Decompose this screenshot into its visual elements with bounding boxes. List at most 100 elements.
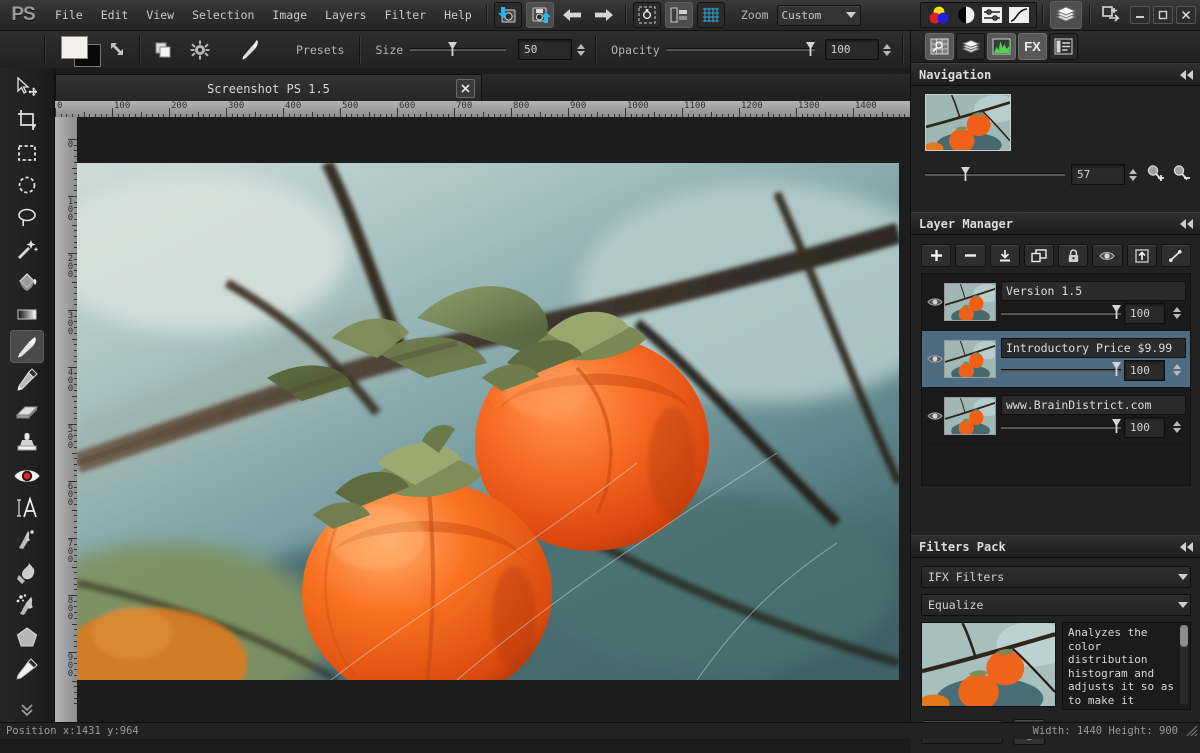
slider-handle[interactable] xyxy=(961,167,970,181)
brush-settings-button[interactable] xyxy=(178,40,222,60)
lock-layer-button[interactable] xyxy=(1058,244,1088,267)
redo-button[interactable] xyxy=(590,2,618,28)
contrast-icon[interactable] xyxy=(956,5,976,25)
layer-thumbnail[interactable] xyxy=(944,397,996,435)
collapse-icon[interactable] xyxy=(1180,219,1193,229)
canvas[interactable] xyxy=(77,117,910,722)
zoom-out-button[interactable] xyxy=(1172,164,1193,185)
menu-layers[interactable]: Layers xyxy=(316,0,376,30)
layer-opacity-stepper[interactable] xyxy=(1170,361,1183,380)
blend-mode-button[interactable] xyxy=(148,41,178,59)
layer-opacity-slider[interactable] xyxy=(1001,361,1121,379)
zoom-in-button[interactable] xyxy=(1146,164,1167,185)
slider-handle[interactable] xyxy=(806,42,815,56)
color-wheel-icon[interactable] xyxy=(927,5,951,25)
panels-toggle-button[interactable] xyxy=(1050,1,1082,29)
document-tab[interactable]: Screenshot PS 1.5 xyxy=(55,74,482,102)
text-tool[interactable] xyxy=(10,492,44,524)
color-swatches[interactable] xyxy=(61,36,105,64)
size-stepper[interactable] xyxy=(574,40,587,59)
menu-selection[interactable]: Selection xyxy=(183,0,263,30)
layer-name-input[interactable]: Introductory Price $9.99 xyxy=(1001,338,1186,358)
opacity-input[interactable]: 100 xyxy=(825,39,879,60)
pen-tool[interactable] xyxy=(10,363,44,395)
smudge-tool[interactable] xyxy=(10,524,44,556)
layer-opacity-stepper[interactable] xyxy=(1170,304,1183,323)
filter-pack-select[interactable]: IFX Filters xyxy=(921,566,1191,588)
raise-layer-button[interactable] xyxy=(1127,244,1157,267)
layer-thumbnail[interactable] xyxy=(944,340,996,378)
sponge-tool[interactable] xyxy=(10,589,44,621)
presets-button[interactable]: Presets xyxy=(278,43,351,57)
elliptical-marquee-tool[interactable] xyxy=(10,169,44,201)
layer-opacity-slider[interactable] xyxy=(1001,418,1121,436)
brush-tool[interactable] xyxy=(10,330,44,362)
vertical-ruler[interactable]: 0100200300400500600700800900 xyxy=(55,117,78,722)
close-button[interactable] xyxy=(1176,6,1196,24)
navigator-zoom-input[interactable]: 57 xyxy=(1071,164,1125,185)
table-row[interactable]: Introductory Price $9.99 100 xyxy=(922,331,1190,388)
filter-preview[interactable] xyxy=(921,622,1056,707)
collapse-icon[interactable] xyxy=(1180,70,1193,80)
transform-tool-button[interactable] xyxy=(633,2,661,28)
table-row[interactable]: Version 1.5 100 xyxy=(922,274,1190,331)
layer-opacity-input[interactable]: 100 xyxy=(1124,303,1165,324)
filters-pack-header[interactable]: Filters Pack xyxy=(911,535,1200,558)
menu-help[interactable]: Help xyxy=(435,0,481,30)
remove-layer-button[interactable] xyxy=(955,244,985,267)
horizontal-ruler[interactable]: 0100200300400500600700800900100011001200… xyxy=(55,101,910,118)
menu-filter[interactable]: Filter xyxy=(376,0,436,30)
layer-opacity-stepper[interactable] xyxy=(1170,418,1183,437)
histogram-tab[interactable] xyxy=(987,33,1016,60)
slider-handle[interactable] xyxy=(448,42,457,56)
swap-colors-button[interactable] xyxy=(105,40,131,60)
layer-name-input[interactable]: Version 1.5 xyxy=(1001,281,1186,301)
minimize-button[interactable] xyxy=(1130,6,1150,24)
add-layer-button[interactable] xyxy=(921,244,951,267)
duplicate-layer-button[interactable] xyxy=(1024,244,1054,267)
navigator-zoom-stepper[interactable] xyxy=(1127,165,1140,184)
move-tool[interactable] xyxy=(10,72,44,104)
crop-tool[interactable] xyxy=(10,104,44,136)
layer-visibility-toggle[interactable] xyxy=(926,353,944,365)
zoom-select[interactable]: Custom xyxy=(777,5,861,26)
maximize-button[interactable] xyxy=(1153,6,1173,24)
navigation-panel-header[interactable]: Navigation xyxy=(911,63,1200,86)
resize-grip[interactable] xyxy=(1185,724,1198,737)
merge-down-button[interactable] xyxy=(990,244,1020,267)
save-image-button[interactable] xyxy=(526,2,554,28)
layer-opacity-input[interactable]: 100 xyxy=(1124,417,1165,438)
foreground-color-swatch[interactable] xyxy=(61,36,88,59)
close-document-button[interactable] xyxy=(456,79,475,98)
curves-icon[interactable] xyxy=(1008,5,1030,25)
slider-handle[interactable] xyxy=(1112,419,1121,433)
layer-opacity-input[interactable]: 100 xyxy=(1124,360,1165,381)
eraser-tool[interactable] xyxy=(10,395,44,427)
layer-opacity-slider[interactable] xyxy=(1001,304,1121,322)
navigator-thumbnail[interactable] xyxy=(925,94,1011,151)
share-button[interactable] xyxy=(1097,2,1125,28)
shape-tool[interactable] xyxy=(10,621,44,653)
menu-view[interactable]: View xyxy=(137,0,183,30)
layer-thumbnail[interactable] xyxy=(944,283,996,321)
current-brush-button[interactable] xyxy=(222,38,278,62)
open-image-button[interactable] xyxy=(494,2,522,28)
table-row[interactable]: www.BrainDistrict.com 100 xyxy=(922,388,1190,445)
toggle-visibility-button[interactable] xyxy=(1092,244,1122,267)
link-layers-button[interactable] xyxy=(1161,244,1191,267)
collapse-icon[interactable] xyxy=(1180,542,1193,552)
slider-handle[interactable] xyxy=(1112,305,1121,319)
effects-tab[interactable]: FX xyxy=(1018,33,1047,60)
layer-name-input[interactable]: www.BrainDistrict.com xyxy=(1001,395,1186,415)
layer-visibility-toggle[interactable] xyxy=(926,296,944,308)
magic-wand-tool[interactable] xyxy=(10,233,44,265)
filter-select[interactable]: Equalize xyxy=(921,594,1191,616)
clone-stamp-tool[interactable] xyxy=(10,427,44,459)
red-eye-tool[interactable] xyxy=(10,460,44,492)
size-input[interactable]: 50 xyxy=(518,39,572,60)
undo-button[interactable] xyxy=(558,2,586,28)
image-canvas[interactable] xyxy=(77,163,899,680)
slider-handle[interactable] xyxy=(1112,362,1121,376)
layer-visibility-toggle[interactable] xyxy=(926,410,944,422)
size-slider[interactable] xyxy=(410,41,506,59)
